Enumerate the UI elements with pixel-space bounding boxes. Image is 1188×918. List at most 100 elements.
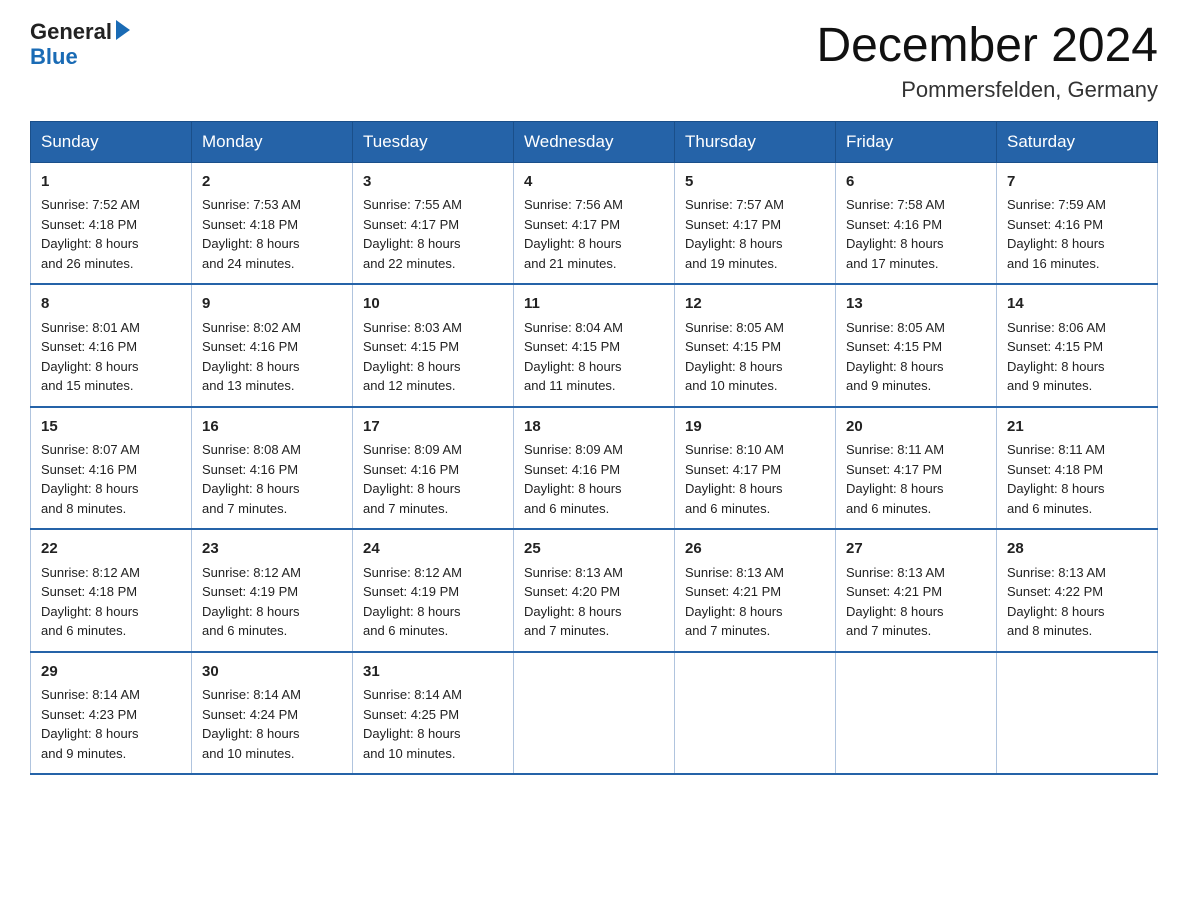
cell-info-line: Sunset: 4:15 PM [685,339,781,354]
table-row [675,652,836,775]
table-row: 24Sunrise: 8:12 AMSunset: 4:19 PMDayligh… [353,529,514,652]
calendar-week-row: 8Sunrise: 8:01 AMSunset: 4:16 PMDaylight… [31,284,1158,407]
day-number: 10 [363,293,503,316]
cell-info-line: and 6 minutes. [524,501,609,516]
table-row: 17Sunrise: 8:09 AMSunset: 4:16 PMDayligh… [353,407,514,530]
cell-info-line: and 17 minutes. [846,256,939,271]
cell-info-line: Sunrise: 8:09 AM [363,442,462,457]
day-number: 17 [363,416,503,439]
cell-info-line: Sunrise: 7:56 AM [524,197,623,212]
cell-info-line: Sunset: 4:20 PM [524,584,620,599]
cell-info-line: Sunset: 4:25 PM [363,707,459,722]
cell-info-line: Daylight: 8 hours [41,481,139,496]
cell-info-line: Sunrise: 7:53 AM [202,197,301,212]
cell-info-line: Sunset: 4:22 PM [1007,584,1103,599]
day-number: 31 [363,661,503,684]
day-number: 13 [846,293,986,316]
table-row: 6Sunrise: 7:58 AMSunset: 4:16 PMDaylight… [836,162,997,284]
day-number: 15 [41,416,181,439]
cell-info-line: Daylight: 8 hours [846,481,944,496]
col-thursday: Thursday [675,121,836,162]
cell-info-line: Daylight: 8 hours [685,236,783,251]
table-row: 29Sunrise: 8:14 AMSunset: 4:23 PMDayligh… [31,652,192,775]
cell-info-line: Sunrise: 8:14 AM [41,687,140,702]
cell-info-line: Sunset: 4:16 PM [202,462,298,477]
cell-info-line: Daylight: 8 hours [202,481,300,496]
cell-info-line: and 6 minutes. [846,501,931,516]
cell-info-line: Daylight: 8 hours [524,359,622,374]
cell-info-line: Daylight: 8 hours [685,604,783,619]
cell-info-line: Sunset: 4:18 PM [41,217,137,232]
cell-info-line: Daylight: 8 hours [1007,604,1105,619]
header-row: Sunday Monday Tuesday Wednesday Thursday… [31,121,1158,162]
calendar-week-row: 29Sunrise: 8:14 AMSunset: 4:23 PMDayligh… [31,652,1158,775]
cell-info-line: Daylight: 8 hours [41,236,139,251]
cell-info-line: and 10 minutes. [202,746,295,761]
cell-info-line: Sunrise: 8:11 AM [1007,442,1105,457]
cell-info-line: and 7 minutes. [202,501,287,516]
cell-info-line: Sunrise: 8:08 AM [202,442,301,457]
cell-info-line: and 15 minutes. [41,378,134,393]
table-row [836,652,997,775]
cell-info-line: Sunrise: 8:01 AM [41,320,140,335]
table-row: 18Sunrise: 8:09 AMSunset: 4:16 PMDayligh… [514,407,675,530]
cell-info-line: Sunset: 4:24 PM [202,707,298,722]
cell-info-line: Sunset: 4:16 PM [1007,217,1103,232]
day-number: 4 [524,171,664,194]
col-monday: Monday [192,121,353,162]
cell-info-line: Daylight: 8 hours [202,726,300,741]
col-wednesday: Wednesday [514,121,675,162]
cell-info-line: Sunrise: 7:58 AM [846,197,945,212]
day-number: 3 [363,171,503,194]
table-row: 15Sunrise: 8:07 AMSunset: 4:16 PMDayligh… [31,407,192,530]
cell-info-line: Daylight: 8 hours [685,359,783,374]
cell-info-line: Daylight: 8 hours [524,236,622,251]
table-row: 2Sunrise: 7:53 AMSunset: 4:18 PMDaylight… [192,162,353,284]
cell-info-line: Daylight: 8 hours [524,604,622,619]
day-number: 11 [524,293,664,316]
logo-blue: Blue [30,44,130,70]
cell-info-line: Sunrise: 7:59 AM [1007,197,1106,212]
cell-info-line: Sunset: 4:15 PM [524,339,620,354]
cell-info-line: and 8 minutes. [1007,623,1092,638]
day-number: 24 [363,538,503,561]
table-row: 20Sunrise: 8:11 AMSunset: 4:17 PMDayligh… [836,407,997,530]
day-number: 22 [41,538,181,561]
cell-info-line: Sunrise: 7:55 AM [363,197,462,212]
cell-info-line: and 21 minutes. [524,256,617,271]
cell-info-line: and 24 minutes. [202,256,295,271]
cell-info-line: and 26 minutes. [41,256,134,271]
title-block: December 2024 Pommersfelden, Germany [816,20,1158,103]
calendar-week-row: 15Sunrise: 8:07 AMSunset: 4:16 PMDayligh… [31,407,1158,530]
cell-info-line: Daylight: 8 hours [1007,359,1105,374]
table-row: 22Sunrise: 8:12 AMSunset: 4:18 PMDayligh… [31,529,192,652]
cell-info-line: and 22 minutes. [363,256,456,271]
day-number: 29 [41,661,181,684]
cell-info-line: Sunset: 4:17 PM [363,217,459,232]
cell-info-line: Daylight: 8 hours [363,481,461,496]
cell-info-line: Sunrise: 8:05 AM [846,320,945,335]
cell-info-line: Daylight: 8 hours [524,481,622,496]
cell-info-line: Sunset: 4:15 PM [363,339,459,354]
cell-info-line: and 6 minutes. [1007,501,1092,516]
cell-info-line: and 7 minutes. [363,501,448,516]
day-number: 19 [685,416,825,439]
table-row: 23Sunrise: 8:12 AMSunset: 4:19 PMDayligh… [192,529,353,652]
day-number: 9 [202,293,342,316]
cell-info-line: Daylight: 8 hours [363,726,461,741]
cell-info-line: and 10 minutes. [685,378,778,393]
cell-info-line: Sunset: 4:15 PM [846,339,942,354]
cell-info-line: Sunset: 4:17 PM [524,217,620,232]
cell-info-line: and 9 minutes. [1007,378,1092,393]
logo-general: General [30,20,112,44]
cell-info-line: and 19 minutes. [685,256,778,271]
cell-info-line: Sunrise: 8:12 AM [41,565,140,580]
col-friday: Friday [836,121,997,162]
cell-info-line: Sunset: 4:17 PM [685,217,781,232]
cell-info-line: Sunrise: 8:14 AM [363,687,462,702]
table-row: 1Sunrise: 7:52 AMSunset: 4:18 PMDaylight… [31,162,192,284]
day-number: 7 [1007,171,1147,194]
table-row: 26Sunrise: 8:13 AMSunset: 4:21 PMDayligh… [675,529,836,652]
cell-info-line: Daylight: 8 hours [202,604,300,619]
cell-info-line: Daylight: 8 hours [363,236,461,251]
